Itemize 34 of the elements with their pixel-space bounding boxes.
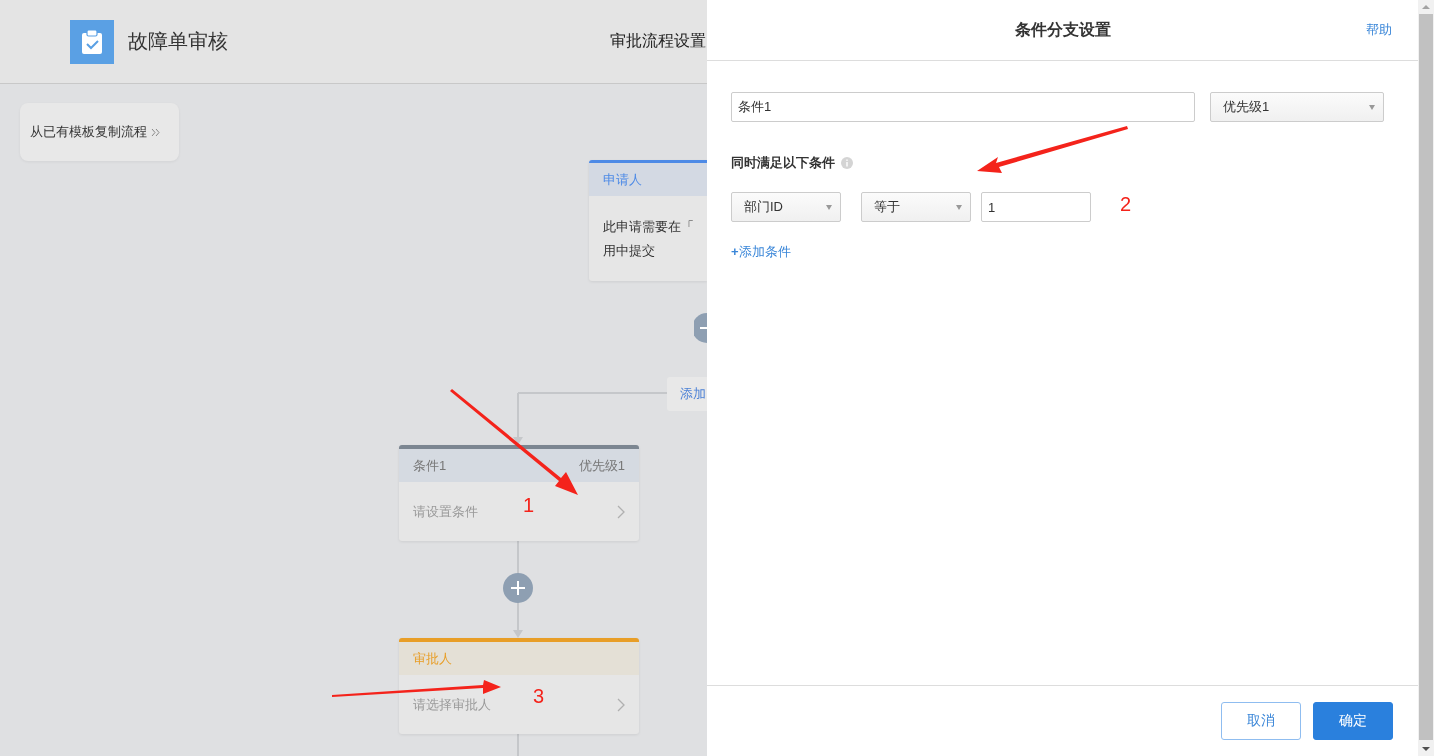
add-condition-link[interactable]: +添加条件 bbox=[731, 243, 791, 261]
section-label: 同时满足以下条件 bbox=[731, 154, 835, 172]
add-node-button[interactable] bbox=[694, 313, 707, 343]
chevron-right-icon bbox=[617, 697, 625, 712]
help-link[interactable]: 帮助 bbox=[1366, 21, 1392, 39]
operator-dropdown[interactable]: 等于 bbox=[861, 192, 971, 222]
annotation-number: 1 bbox=[523, 493, 535, 517]
condition-name-field[interactable]: 条件1 bbox=[731, 92, 1195, 122]
node-description: 此申请需要在「 bbox=[603, 217, 693, 236]
scrollbar[interactable] bbox=[1418, 0, 1434, 756]
add-node-button[interactable] bbox=[503, 573, 533, 603]
node-description: 用中提交 bbox=[603, 241, 656, 260]
app-title: 故障单审核 bbox=[128, 29, 228, 54]
node-title: 申请人 bbox=[603, 170, 642, 189]
node-placeholder: 请选择审批人 bbox=[413, 695, 491, 714]
value-field[interactable]: 1 bbox=[981, 192, 1091, 222]
node-priority: 优先级1 bbox=[578, 456, 625, 475]
field-dropdown[interactable]: 部门ID bbox=[731, 192, 841, 222]
flow-settings-tab[interactable]: 审批流程设置 bbox=[610, 31, 706, 52]
annotation-number: 3 bbox=[533, 684, 545, 708]
copy-template-button[interactable]: 从已有模板复制流程 bbox=[20, 103, 179, 161]
node-placeholder: 请设置条件 bbox=[413, 502, 478, 521]
priority-dropdown[interactable]: 优先级1 bbox=[1210, 92, 1384, 122]
double-chevron-icon bbox=[150, 128, 160, 138]
node-title: 审批人 bbox=[413, 649, 452, 668]
cancel-button[interactable]: 取消 bbox=[1221, 702, 1301, 740]
node-title: 条件1 bbox=[413, 456, 447, 475]
flow-node-card[interactable]: 申请人 此申请需要在「 用中提交 bbox=[589, 160, 707, 281]
annotation-number: 2 bbox=[1120, 192, 1132, 216]
confirm-button[interactable]: 确定 bbox=[1313, 702, 1393, 740]
panel-title: 条件分支设置 bbox=[1014, 19, 1111, 40]
clipboard-check-icon bbox=[70, 19, 114, 64]
chevron-right-icon bbox=[617, 504, 625, 519]
info-icon bbox=[841, 157, 853, 169]
